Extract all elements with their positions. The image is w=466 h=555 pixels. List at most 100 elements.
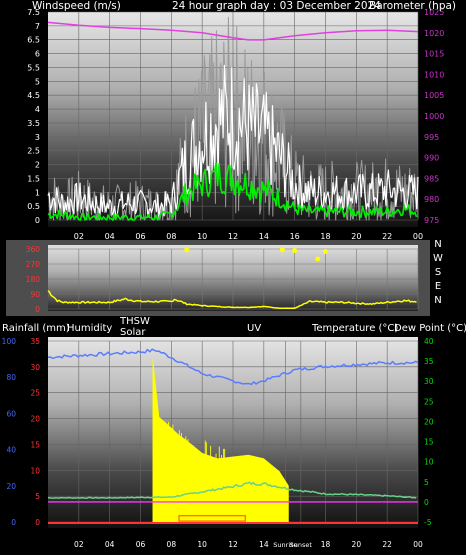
chart-date-title: 24 hour graph day : 03 December 2024 [172,0,381,12]
humidity-tick-label: 60 [6,409,16,418]
temperature-tick-label: 25 [424,397,434,406]
rain-tick-label: 25 [30,389,40,398]
rain-tick-label: 30 [30,363,40,372]
compass-label: S [435,267,441,278]
wind-x-tick-label: 04 [105,232,115,241]
barometer-tick-label: 1005 [424,91,444,100]
wind-direction-point [323,249,328,254]
wind-tick-label: 3 [35,133,40,142]
direction-tick-label: 360 [26,245,41,254]
barometer-tick-label: 980 [424,195,439,204]
wind-x-tick-label: 22 [382,232,392,241]
wind-tick-label: 2 [35,161,40,170]
direction-tick-label: 90 [30,290,40,299]
barometer-tick-label: 990 [424,154,439,163]
wind-tick-label: 6 [35,50,40,59]
wind-x-tick-label: 18 [320,232,330,241]
weather-graph-panel: 0 0.5 1 1.5 2 2.5 3 3.5 4 4.5 5 5.5 6 6.5 7 7.5 975 980 98… [0,0,466,555]
barometer-tick-label: 1010 [424,70,444,79]
wind-axis-title: Windspeed (m/s) [32,0,121,12]
wind-direction-point [279,247,285,253]
wind-tick-label: 1 [35,188,40,197]
rain-tick-label: 35 [30,337,40,346]
lower-x-tick-label: 04 [105,540,115,549]
lower-x-tick-label: 02 [74,540,84,549]
lower-x-tick-label: 00 [413,540,423,549]
wind-x-tick-label: 14 [259,232,269,241]
temperature-tick-label: 10 [424,458,434,467]
temperature-axis-title: Temperature (°C) [311,323,398,334]
temperature-tick-label: 15 [424,438,434,447]
lower-x-tick-label: 08 [167,540,177,549]
weather-chart: 00.511.522.533.544.555.566.577.597598098… [2,0,466,549]
wind-tick-label: 5.5 [27,63,40,72]
temperature-tick-label: 0 [424,498,429,507]
barometer-tick-label: 1015 [424,50,444,59]
rain-tick-label: 0 [35,518,40,527]
solar-axis-title: Solar [120,327,146,338]
wind-tick-label: 6.5 [27,36,40,45]
wind-tick-label: 4.5 [27,91,40,100]
wind-x-tick-label: 02 [74,232,84,241]
temperature-tick-label: 30 [424,377,434,386]
wind-x-tick-label: 06 [135,232,145,241]
compass-label: E [435,281,441,292]
barometer-tick-label: 1020 [424,29,444,38]
lower-x-tick-label: Sunset [290,541,313,549]
lower-x-tick-label: 20 [352,540,362,549]
thsw-axis-title: THSW [119,316,150,327]
barometer-tick-label: 985 [424,174,439,183]
humidity-tick-label: 40 [6,446,16,455]
humidity-axis-title: Humidity [67,323,112,334]
humidity-tick-label: 20 [6,482,16,491]
wind-tick-label: 3.5 [27,119,40,128]
wind-tick-label: 2.5 [27,147,40,156]
direction-tick-label: 0 [35,305,40,314]
temperature-tick-label: 35 [424,357,434,366]
wind-tick-label: 1.5 [27,174,40,183]
wind-direction-point [292,248,298,254]
humidity-tick-label: 0 [11,518,16,527]
wind-direction-point [184,247,190,253]
lower-x-tick-label: 18 [321,540,331,549]
compass-label: W [433,253,443,264]
dewpoint-axis-title: Dew Point (°C) [394,323,466,334]
barometer-tick-label: 995 [424,133,439,142]
wind-tick-label: 7 [35,22,40,31]
wind-x-tick-label: 16 [290,232,300,241]
wind-tick-label: 0.5 [27,202,40,211]
direction-tick-label: 180 [26,275,41,284]
lower-x-tick-label: 22 [382,540,392,549]
wind-direction-point [315,256,321,262]
humidity-tick-label: 100 [2,337,17,346]
rain-tick-label: 20 [30,415,40,424]
wind-tick-label: 4 [35,105,40,114]
lower-x-tick-label: 10 [197,540,207,549]
temperature-tick-label: 40 [424,337,434,346]
rain-tick-label: 15 [30,440,40,449]
wind-tick-label: 5 [35,77,40,86]
barometer-tick-label: 1000 [424,112,444,121]
lower-x-tick-label: 14 [259,540,269,549]
temperature-tick-label: 20 [424,417,434,426]
compass-label: N [434,239,441,250]
wind-tick-label: 0 [35,216,40,225]
rainfall-axis-title: Rainfall (mm) [2,323,70,334]
lower-x-tick-label: 06 [136,540,146,549]
compass-label: N [434,295,441,306]
temperature-tick-label: -5 [424,518,432,527]
uv-axis-title: UV [247,323,261,334]
wind-x-tick-label: 08 [166,232,176,241]
barometer-tick-label: 975 [424,216,439,225]
wind-x-tick-label: 12 [228,232,238,241]
lower-x-tick-label: 12 [228,540,238,549]
direction-tick-label: 270 [26,260,41,269]
barometer-axis-title: Barometer (hpa) [369,0,456,12]
wind-x-tick-label: 00 [413,232,423,241]
humidity-tick-label: 80 [6,373,16,382]
rain-tick-label: 5 [35,492,40,501]
wind-x-tick-label: 20 [351,232,361,241]
wind-x-tick-label: 10 [197,232,207,241]
temperature-tick-label: 5 [424,478,429,487]
rain-tick-label: 10 [30,466,40,475]
